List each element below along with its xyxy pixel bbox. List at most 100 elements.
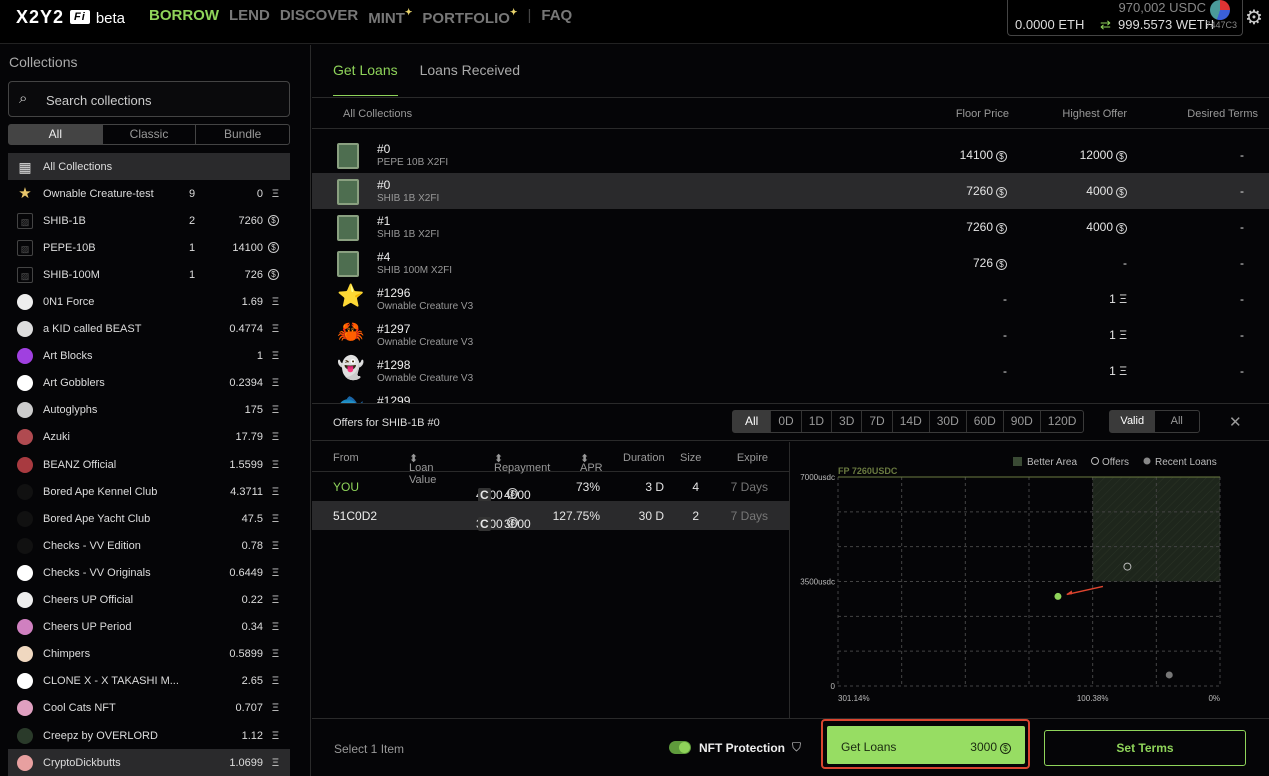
selected-offer-point: [1054, 592, 1062, 600]
collection-name: All Collections: [43, 160, 113, 173]
collection-item[interactable]: BEANZ Official 1.5599 Ξ: [8, 451, 290, 478]
collection-item[interactable]: 0N1 Force 1.69 Ξ: [8, 288, 290, 315]
collection-item[interactable]: Chimpers 0.5899 Ξ: [8, 641, 290, 668]
nav-lend[interactable]: LEND: [229, 7, 270, 27]
nft-row[interactable]: #1 SHIB 1B X2FI 7260 $4000 $ -: [312, 209, 1269, 245]
set-terms-button[interactable]: Set Terms: [1044, 730, 1246, 766]
offer-from: 51C0D2: [333, 509, 378, 523]
usdc-icon: $: [996, 151, 1007, 162]
collection-floor: 7260: [238, 214, 263, 227]
collection-item[interactable]: ★ Ownable Creature-test 9 0 Ξ: [8, 180, 290, 207]
collection-floor: 0.707: [235, 702, 263, 715]
arrow-head: [1065, 590, 1072, 595]
recent-loan-point: [1165, 671, 1173, 679]
collection-item[interactable]: Bored Ape Kennel Club 4.3711 Ξ: [8, 478, 290, 505]
collection-item[interactable]: ▨ SHIB-100M 1 726 $: [8, 261, 290, 288]
filter-valid[interactable]: Valid: [1110, 411, 1155, 432]
duration-14d[interactable]: 14D: [891, 411, 929, 432]
nft-row[interactable]: #0 SHIB 1B X2FI 7260 $4000 $ -: [312, 173, 1269, 209]
nav-borrow[interactable]: BORROW: [149, 7, 219, 27]
collection-item[interactable]: Creepz by OVERLORD 1.12 Ξ: [8, 722, 290, 749]
nav-mint[interactable]: MINT✦: [368, 7, 412, 27]
eth-icon: Ξ: [271, 512, 279, 525]
y-tick-label: 3500usdc: [800, 578, 835, 587]
filter-all[interactable]: All: [9, 125, 102, 144]
collection-item[interactable]: a KID called BEAST 0.4774 Ξ: [8, 316, 290, 343]
duration-90d[interactable]: 90D: [1002, 411, 1040, 432]
duration-0d[interactable]: 0D: [770, 411, 800, 432]
search-input[interactable]: ⌕ Search collections: [8, 81, 290, 117]
col-floor-price: Floor Price: [955, 108, 1009, 120]
filter-bundle[interactable]: Bundle: [195, 125, 289, 144]
collection-name: Chimpers: [43, 648, 91, 661]
eth-icon: Ξ: [271, 729, 279, 742]
collection-type-filter: All Classic Bundle: [8, 124, 290, 145]
desired-terms: -: [1240, 148, 1244, 162]
tab-loans-received[interactable]: Loans Received: [420, 62, 520, 96]
duration-120d[interactable]: 120D: [1039, 411, 1084, 432]
highest-offer: 1: [1109, 328, 1116, 342]
offer-row[interactable]: 51C0D2 3000$C 3000$ 127.75% 30 D 2 7 Day…: [312, 501, 789, 531]
tab-get-loans[interactable]: Get Loans: [333, 62, 398, 96]
collection-item[interactable]: Cheers UP Period 0.34 Ξ: [8, 614, 290, 641]
col-size: Size: [680, 452, 702, 464]
collection-item[interactable]: Art Blocks 1 Ξ: [8, 343, 290, 370]
nav-faq[interactable]: FAQ: [541, 7, 572, 27]
offers-table: From Loan Value ⬍ Repayment ⬍ APR ⬍ Dura…: [312, 442, 790, 718]
nav-portfolio[interactable]: PORTFOLIO✦: [422, 7, 517, 27]
chart-svg: FP 7260USDC7000usdc 3500usdc 0301.14% 100.3…: [800, 457, 1221, 703]
collection-item[interactable]: ▨ PEPE-10B 1 14100 $: [8, 234, 290, 261]
duration-1d[interactable]: 1D: [800, 411, 831, 432]
usdc-icon: $: [268, 215, 279, 227]
nav-mint-label: MINT: [368, 10, 405, 27]
collection-item[interactable]: Azuki 17.79 Ξ: [8, 424, 290, 451]
nft-row[interactable]: 🦀 #1297 Ownable Creature V3 - 1 Ξ -: [312, 317, 1269, 353]
collection-item[interactable]: Checks - VV Edition 0.78 Ξ: [8, 532, 290, 559]
offer-row[interactable]: YOU 4000$C 4000$ 73% 3 D 4 7 Days: [312, 472, 789, 502]
swap-icon[interactable]: ⇄: [1100, 17, 1111, 33]
nft-row[interactable]: ⭐ #1296 Ownable Creature V3 - 1 Ξ -: [312, 281, 1269, 317]
legend-recent-loans-marker: [1143, 457, 1151, 465]
filter-all-offers[interactable]: All: [1155, 411, 1200, 432]
col-repayment[interactable]: Repayment ⬍: [494, 452, 550, 474]
col-apr[interactable]: APR ⬍: [580, 452, 603, 474]
floor-price: -: [1003, 364, 1007, 378]
nft-protection-toggle[interactable]: [669, 741, 691, 754]
eth-icon: Ξ: [271, 648, 279, 661]
nft-id: #1297: [377, 322, 411, 336]
get-loans-button[interactable]: Get Loans 3000 $: [821, 719, 1030, 769]
nav-discover[interactable]: DISCOVER: [280, 7, 358, 27]
collection-item[interactable]: Bored Ape Yacht Club 47.5 Ξ: [8, 505, 290, 532]
nft-row[interactable]: #0 PEPE 10B X2FI 14100 $12000 $ -: [312, 137, 1269, 173]
nft-row[interactable]: #4 SHIB 100M X2FI 726 $ - -: [312, 245, 1269, 281]
shield-info-icon[interactable]: ⛉: [792, 740, 801, 755]
offer-from: YOU: [333, 480, 360, 494]
logo[interactable]: X2Y2 Fi beta: [16, 7, 125, 28]
wallet-panel[interactable]: 970,002 USDC 0.0000 ETH ⇄ 999.5573 WETH …: [1007, 0, 1243, 36]
collection-item[interactable]: CLONE X - X TAKASHI M... 2.65 Ξ: [8, 668, 290, 695]
collection-item[interactable]: Cool Cats NFT 0.707 Ξ: [8, 695, 290, 722]
avatar[interactable]: [1210, 0, 1230, 20]
duration-30d[interactable]: 30D: [928, 411, 966, 432]
collection-name: SHIB-1B: [43, 214, 86, 227]
close-icon[interactable]: ✕: [1229, 413, 1242, 431]
duration-60d[interactable]: 60D: [965, 411, 1003, 432]
duration-all[interactable]: All: [733, 411, 771, 432]
col-loan-value[interactable]: Loan Value ⬍: [409, 452, 436, 486]
main-nav: BORROW LEND DISCOVER MINT✦ PORTFOLIO✦ | …: [149, 7, 572, 27]
nft-row[interactable]: 🐟 #1299: [312, 389, 1269, 403]
duration-3d[interactable]: 3D: [831, 411, 861, 432]
collection-item[interactable]: Art Gobblers 0.2394 Ξ: [8, 370, 290, 397]
collection-floor: 0.2394: [229, 377, 263, 390]
collection-item[interactable]: ▨ SHIB-1B 2 7260 $: [8, 207, 290, 234]
collection-item[interactable]: CryptoDickbutts 1.0699 Ξ: [8, 749, 290, 776]
nft-thumbnail: 🦀: [337, 319, 365, 344]
nft-row[interactable]: 👻 #1298 Ownable Creature V3 - 1 Ξ -: [312, 353, 1269, 389]
gear-icon[interactable]: ⚙: [1245, 5, 1263, 30]
duration-7d[interactable]: 7D: [861, 411, 891, 432]
collection-item[interactable]: Autoglyphs 175 Ξ: [8, 397, 290, 424]
collection-item[interactable]: ▦ All Collections: [8, 153, 290, 181]
filter-classic[interactable]: Classic: [101, 125, 196, 144]
collection-item[interactable]: Cheers UP Official 0.22 Ξ: [8, 587, 290, 614]
collection-item[interactable]: Checks - VV Originals 0.6449 Ξ: [8, 559, 290, 586]
